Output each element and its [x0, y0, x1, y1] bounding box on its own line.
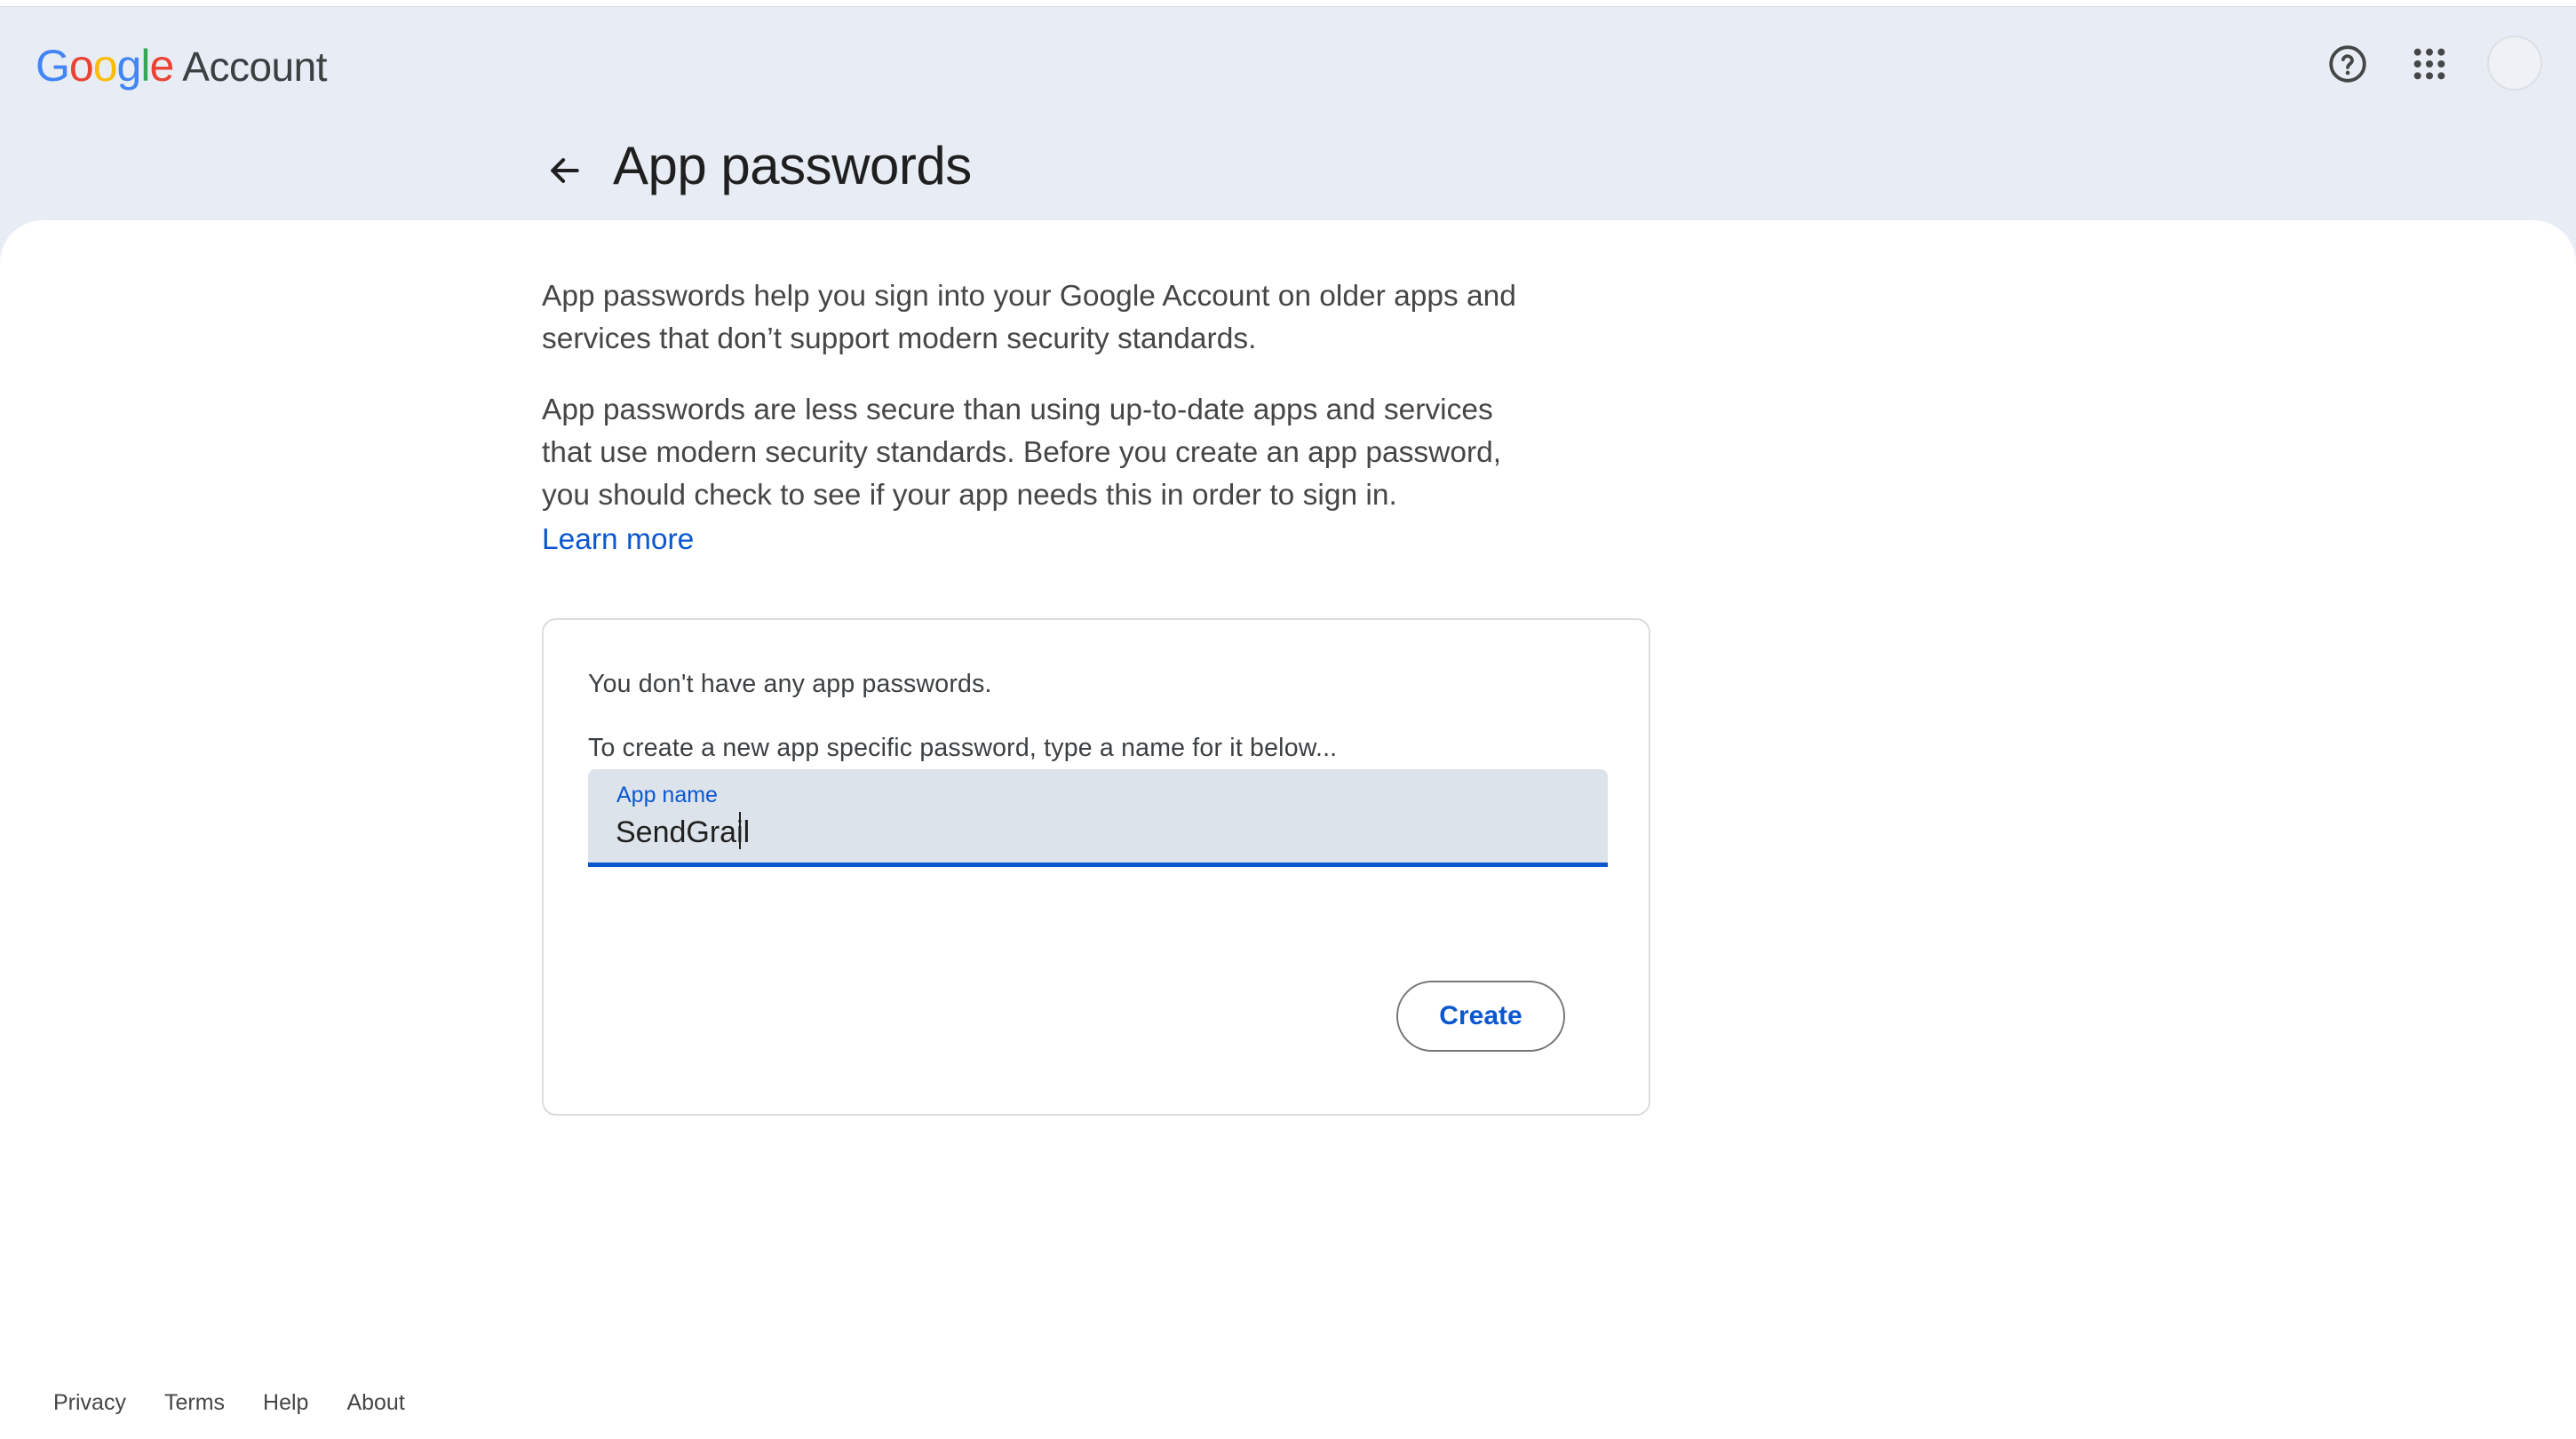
arrow-back-icon	[551, 158, 579, 183]
footer-link-terms[interactable]: Terms	[164, 1390, 225, 1416]
app-name-input[interactable]	[616, 812, 1575, 853]
app-name-label: App name	[616, 783, 718, 807]
create-button[interactable]: Create	[1396, 981, 1565, 1052]
browser-top-edge	[0, 0, 2576, 7]
footer-link-privacy[interactable]: Privacy	[53, 1390, 126, 1416]
help-circle-icon	[2329, 45, 2366, 83]
footer-link-help[interactable]: Help	[263, 1390, 308, 1416]
google-account-logo[interactable]: Google Account	[36, 40, 327, 93]
back-button[interactable]	[537, 144, 591, 197]
page-title: App passwords	[613, 136, 972, 195]
logo-account-text: Account	[182, 44, 327, 90]
footer-links: Privacy Terms Help About	[53, 1390, 443, 1416]
intro-paragraph-1: App passwords help you sign into your Go…	[542, 280, 1516, 355]
text-cursor	[739, 812, 741, 849]
create-instruction-text: To create a new app specific password, t…	[588, 734, 1338, 762]
logo-google-wordmark: Google	[36, 41, 174, 91]
learn-more-link[interactable]: Learn more	[542, 519, 694, 561]
account-avatar[interactable]	[2487, 36, 2542, 91]
google-apps-button[interactable]	[2403, 37, 2456, 91]
app-passwords-card: You don't have any app passwords. To cre…	[542, 618, 1650, 1116]
footer-link-about[interactable]: About	[346, 1390, 404, 1416]
help-button[interactable]	[2321, 37, 2374, 91]
apps-grid-icon	[2413, 48, 2445, 80]
no-app-passwords-message: You don't have any app passwords.	[588, 670, 992, 698]
app-name-field[interactable]: App name	[588, 769, 1608, 867]
intro-paragraph-2: App passwords are less secure than using…	[542, 394, 1502, 512]
